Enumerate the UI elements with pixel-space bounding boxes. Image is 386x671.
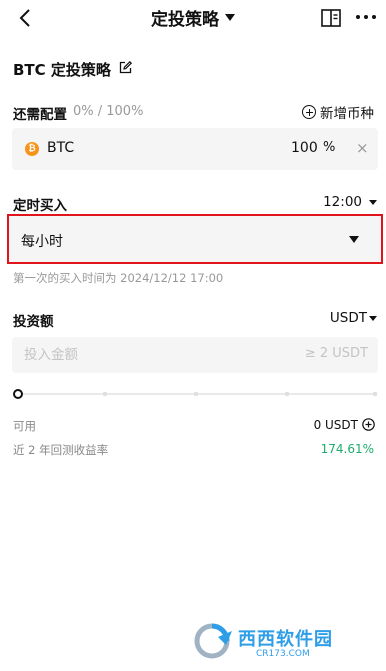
allocation-label: 还需配置 (13, 107, 67, 123)
available-label: 可用 (13, 419, 36, 433)
frequency-value: 每小时 (21, 234, 63, 250)
book-icon[interactable] (320, 7, 342, 29)
slider-track (21, 393, 377, 395)
watermark-domain: CR173.COM (256, 649, 310, 659)
slider-tick (373, 392, 377, 396)
available-value: 0 USDT (313, 418, 358, 432)
edit-icon[interactable] (119, 61, 132, 74)
investment-label: 投资额 (13, 314, 54, 330)
schedule-time-select[interactable]: 12:00 (323, 194, 362, 210)
caret-down-icon (225, 14, 235, 21)
coin-symbol: BTC (47, 140, 75, 156)
coin-percent-input[interactable]: 100 (291, 140, 318, 156)
min-amount-hint: ≥ 2 USDT (304, 346, 368, 361)
page-title: 定投策略 (151, 10, 219, 30)
add-coin-button[interactable]: 新增币种 (302, 102, 374, 122)
frequency-select[interactable]: 每小时 (7, 214, 383, 264)
add-coin-label: 新增币种 (320, 106, 374, 122)
slider-thumb[interactable] (13, 389, 23, 399)
caret-down-icon (349, 236, 359, 243)
schedule-label: 定时买入 (13, 198, 67, 214)
slider-tick (285, 392, 289, 396)
remove-coin-icon[interactable]: × (356, 139, 369, 157)
watermark: 西西软件园 CR173.COM (192, 621, 372, 661)
currency-select[interactable]: USDT (330, 310, 367, 326)
btc-icon: ₿ (25, 142, 39, 156)
strategy-name: BTC 定投策略 (13, 61, 111, 79)
more-dot (356, 15, 360, 19)
backtest-return: 174.61% (320, 442, 374, 456)
slider-tick (103, 392, 107, 396)
amount-slider[interactable] (13, 389, 377, 399)
watermark-logo-icon (194, 623, 232, 659)
more-dot (364, 15, 368, 19)
allocation-progress: 0% / 100% (73, 104, 144, 119)
watermark-brand: 西西软件园 (238, 629, 333, 650)
more-dot (372, 15, 376, 19)
top-bar: 定投策略 (0, 0, 386, 36)
caret-down-icon (369, 200, 377, 205)
backtest-label: 近 2 年回测收益率 (13, 443, 109, 457)
slider-tick (194, 392, 198, 396)
add-circle-icon (302, 105, 316, 119)
coin-percent-unit: % (323, 140, 336, 155)
caret-down-icon (369, 316, 377, 321)
deposit-plus-icon[interactable] (362, 418, 375, 431)
coin-row-btc: ₿ BTC 100 % × (12, 128, 378, 170)
more-dots-icon[interactable] (356, 13, 376, 21)
first-buy-time: 第一次的买入时间为 2024/12/12 17:00 (13, 271, 224, 285)
